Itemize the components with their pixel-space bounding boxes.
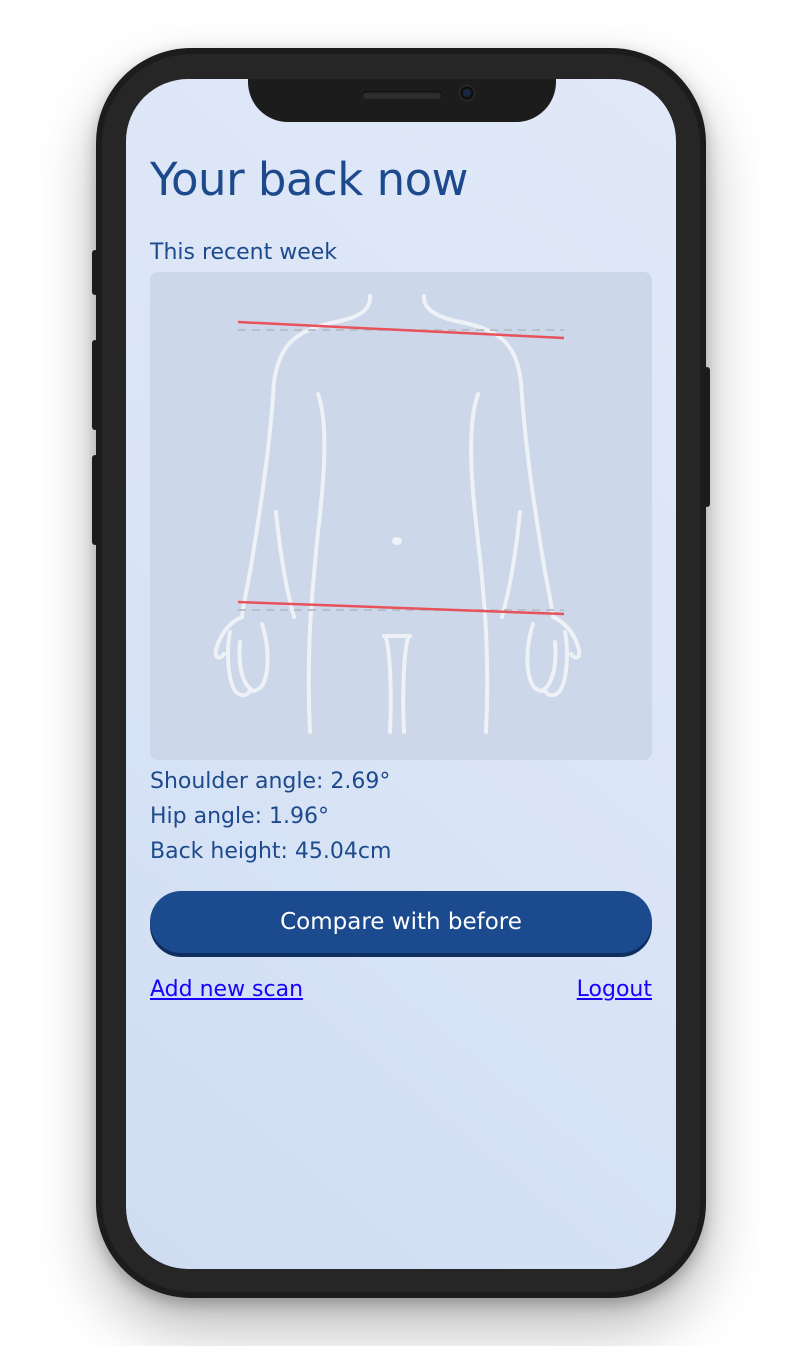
volume-up-button [92, 340, 98, 430]
shoulder-angle-value: Shoulder angle: 2.69° [150, 769, 391, 795]
back-height-value: Back height: 45.04cm [150, 839, 392, 865]
compare-with-before-button[interactable]: Compare with before [150, 891, 652, 954]
power-button [704, 367, 710, 507]
camera-icon [460, 86, 474, 100]
speaker [362, 91, 442, 99]
logout-link[interactable]: Logout [577, 977, 652, 1002]
main-content: Your back now This recent week Shoulder … [150, 153, 652, 1002]
hip-angle-value: Hip angle: 1.96° [150, 804, 330, 830]
phone-screen: Your back now This recent week Shoulder … [126, 79, 676, 1269]
back-scan-image [150, 272, 652, 761]
add-new-scan-link[interactable]: Add new scan [150, 977, 303, 1002]
volume-down-button [92, 455, 98, 545]
back-body-outline-icon [213, 294, 582, 735]
page-title: Your back now [150, 153, 468, 206]
footer-links: Add new scan Logout [150, 977, 652, 1002]
mute-switch [92, 250, 98, 295]
metrics-list: Shoulder angle: 2.69° Hip angle: 1.96° B… [150, 764, 652, 869]
period-label: This recent week [150, 240, 338, 265]
stage: Your back now This recent week Shoulder … [0, 0, 800, 1346]
notch [248, 79, 556, 122]
hip-line [237, 601, 565, 616]
